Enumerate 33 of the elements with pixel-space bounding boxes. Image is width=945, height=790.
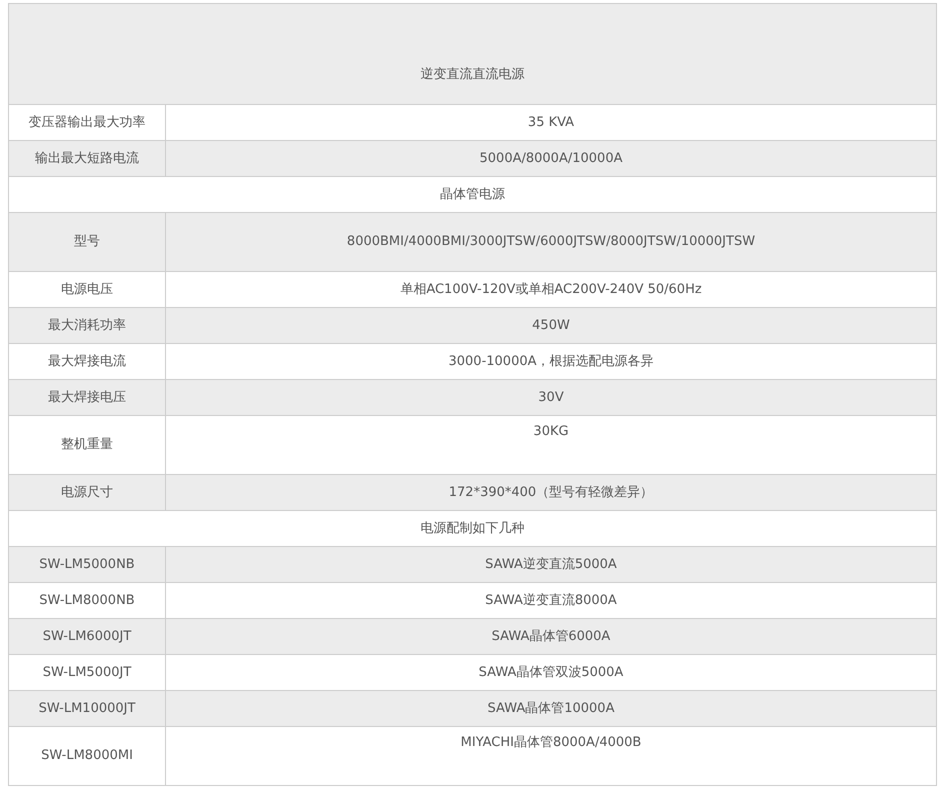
table-cell: 最大焊接电压 [8, 380, 166, 416]
table-cell: SAWA逆变直流8000A [166, 582, 936, 618]
table-cell: MIYACHI晶体管8000A/4000B [166, 726, 936, 786]
table-cell: 输出最大短路电流 [8, 140, 166, 176]
table-cell: 5000A/8000A/10000A [166, 140, 936, 176]
table-cell: 单相AC100V-120V或单相AC200V-240V 50/60Hz [166, 272, 936, 308]
section-heading: 电源配制如下几种 [8, 510, 936, 546]
table-cell: 电源电压 [8, 272, 166, 308]
table-cell: SW-LM8000NB [8, 582, 166, 618]
table-cell: 172*390*400（型号有轻微差异） [166, 474, 936, 510]
table-cell: SW-LM6000JT [8, 618, 166, 654]
table-cell: 电源尺寸 [8, 474, 166, 510]
table-cell: 30V [166, 380, 936, 416]
table-cell: SAWA晶体管10000A [166, 690, 936, 726]
section-heading: 晶体管电源 [8, 176, 936, 212]
table-cell: SW-LM5000NB [8, 546, 166, 582]
table-title: 逆变直流直流电源 [8, 4, 936, 104]
table-cell: 最大消耗功率 [8, 308, 166, 344]
table-cell: 3000-10000A，根据选配电源各异 [166, 344, 936, 380]
table-cell: 整机重量 [8, 416, 166, 474]
table-cell: SAWA晶体管6000A [166, 618, 936, 654]
table-cell: 最大焊接电流 [8, 344, 166, 380]
table-cell: 变压器输出最大功率 [8, 104, 166, 140]
table-cell: SW-LM10000JT [8, 690, 166, 726]
table-cell: 35 KVA [166, 104, 936, 140]
table-cell: 8000BMI/4000BMI/3000JTSW/6000JTSW/8000JTSW/10000JTSW [166, 212, 936, 272]
table-cell: 30KG [166, 416, 936, 474]
table-cell: SW-LM5000JT [8, 654, 166, 690]
table-cell: SW-LM8000MI [8, 726, 166, 786]
table-cell: 型号 [8, 212, 166, 272]
table-cell: SAWA晶体管双波5000A [166, 654, 936, 690]
table-cell: 450W [166, 308, 936, 344]
table-cell: SAWA逆变直流5000A [166, 546, 936, 582]
